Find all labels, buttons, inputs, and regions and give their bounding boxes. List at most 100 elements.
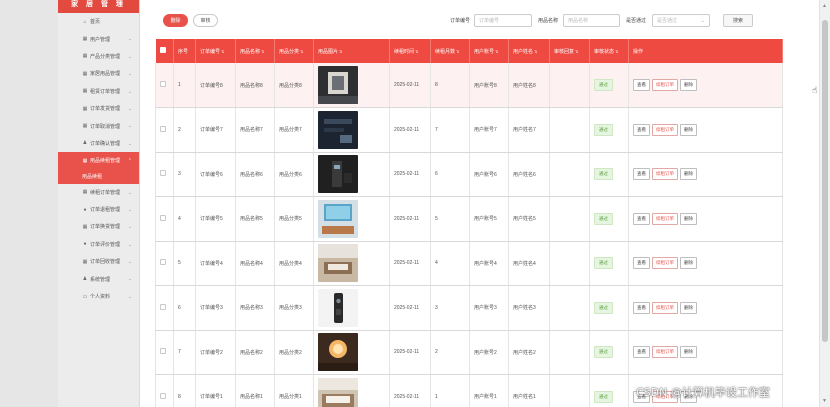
sidebar-item[interactable]: ● 订单退租管理 ⌄ (58, 201, 139, 218)
table-row[interactable]: 3 订单编号6 用品名称6 用品分类6 2025-02-11 6 用户账号6 用户姓名6 通过 查… (155, 152, 783, 197)
table-row[interactable]: 1 订单编号8 用品名称8 用品分类8 2025-02-11 8 用户账号8 用户姓名8 通过 查… (155, 63, 783, 108)
scrollbar-thumb[interactable] (822, 20, 828, 342)
sidebar-item[interactable]: ▦ 订单取消管理 ⌄ (58, 117, 139, 134)
select-all-cell[interactable] (155, 39, 174, 63)
sidebar-item[interactable]: ▭ 个人资料 ⌄ (58, 288, 139, 305)
renew-order-button[interactable]: 续租订单 (652, 123, 678, 136)
row-delete-button[interactable]: 删除 (680, 257, 697, 270)
sidebar-item[interactable]: ▦ 家居用品管理 ⌄ (58, 65, 139, 82)
row-select-cell[interactable] (155, 330, 174, 375)
user-icon: ♟ (82, 276, 88, 283)
product-thumbnail[interactable] (318, 288, 358, 327)
row-checkbox[interactable] (160, 214, 166, 221)
product-thumbnail[interactable] (318, 66, 358, 104)
view-button[interactable]: 查看 (633, 79, 650, 91)
review-button[interactable]: 审核 (193, 14, 218, 27)
delete-button[interactable]: 删除 (163, 14, 188, 27)
sidebar-item[interactable]: ♟ 订单确认管理 ⌄ (58, 135, 139, 152)
col-category[interactable]: 用品分类⇅ (274, 39, 314, 63)
chevron-down-icon: ⌄ (127, 88, 132, 95)
view-button[interactable]: 查看 (633, 257, 650, 270)
row-checkbox[interactable] (160, 303, 166, 310)
sidebar-item[interactable]: ▦ 订单回收管理 ⌄ (58, 253, 139, 270)
home-icon: ⌂ (83, 18, 87, 25)
renew-order-button[interactable]: 续租订单 (652, 301, 678, 314)
sidebar-item[interactable]: ▦ 订单发货管理 ⌄ (58, 100, 139, 117)
row-select-cell[interactable] (155, 241, 174, 286)
renew-order-button[interactable]: 续租订单 (652, 212, 678, 225)
cell-index: 4 (173, 196, 196, 242)
product-thumbnail[interactable] (318, 110, 358, 149)
view-button[interactable]: 查看 (633, 123, 650, 136)
sidebar-item[interactable]: ⌂ 首页 (58, 13, 139, 30)
view-button[interactable]: 查看 (633, 301, 650, 314)
col-order-no[interactable]: 订单编号⇅ (195, 39, 236, 63)
sidebar-item[interactable]: ● 订单评价管理 ⌄ (58, 236, 139, 253)
vertical-scrollbar[interactable]: ▲ ▼ (819, 0, 830, 407)
sidebar-item[interactable]: ♟ 系统管理 ⌄ (58, 270, 139, 287)
row-delete-button[interactable]: 删除 (680, 79, 697, 91)
col-account[interactable]: 用户账号⇅ (469, 39, 509, 63)
row-select-cell[interactable] (155, 152, 174, 197)
scroll-down-icon[interactable]: ▼ (822, 398, 827, 404)
select-all-checkbox[interactable] (159, 47, 166, 53)
view-button[interactable]: 查看 (633, 212, 650, 225)
col-review-reply[interactable]: 审核回复⇅ (549, 39, 590, 63)
search-button[interactable]: 搜索 (723, 14, 753, 27)
renew-order-button[interactable]: 续租订单 (652, 346, 678, 359)
col-review-status[interactable]: 审核状态⇅ (589, 39, 629, 63)
cell-product-name: 用品名称6 (235, 152, 275, 197)
table-row[interactable]: 7 订单编号2 用品名称2 用品分类2 2025-02-11 2 用户账号2 用户姓名2 通过 查… (155, 330, 783, 375)
table-row[interactable]: 2 订单编号7 用品名称7 用品分类7 2025-02-11 7 用户账号7 用户姓名7 通过 查… (155, 107, 783, 153)
col-image[interactable]: 用品图片⇅ (313, 39, 390, 63)
col-renew-date[interactable]: 续租时间⇅ (389, 39, 431, 63)
row-select-cell[interactable] (155, 107, 174, 153)
row-select-cell[interactable] (155, 374, 174, 407)
col-user-name[interactable]: 用户姓名⇅ (508, 39, 550, 63)
col-product-name[interactable]: 用品名称⇅ (235, 39, 275, 63)
order-no-input[interactable]: 订单编号 (474, 14, 532, 27)
product-thumbnail[interactable] (318, 377, 358, 407)
scroll-up-icon[interactable]: ▲ (822, 3, 827, 9)
row-checkbox[interactable] (160, 259, 166, 266)
renew-order-button[interactable]: 续租订单 (652, 168, 678, 181)
row-delete-button[interactable]: 删除 (680, 212, 697, 225)
approved-select[interactable]: 是否通过 ⌄ (652, 14, 710, 27)
sidebar-item[interactable]: ▦ 产品分类管理 ⌄ (58, 48, 139, 65)
row-checkbox[interactable] (160, 125, 166, 132)
row-delete-button[interactable]: 删除 (680, 346, 697, 359)
product-thumbnail[interactable] (318, 155, 358, 194)
row-checkbox[interactable] (160, 392, 166, 399)
renew-order-button[interactable]: 续租订单 (652, 257, 678, 270)
sidebar-subitem[interactable]: 用品续租 (58, 169, 139, 184)
row-select-cell[interactable] (155, 63, 174, 108)
cell-review-reply (549, 374, 590, 407)
product-name-input[interactable]: 用品名称 (563, 14, 620, 27)
sidebar-item[interactable]: ▦ 订单换货管理 ⌄ (58, 218, 139, 235)
list-icon: ▦ (82, 88, 88, 95)
product-thumbnail[interactable] (318, 333, 358, 372)
view-button[interactable]: 查看 (633, 168, 650, 181)
product-thumbnail[interactable] (318, 199, 358, 238)
row-select-cell[interactable] (155, 196, 174, 242)
row-delete-button[interactable]: 删除 (680, 168, 697, 181)
row-checkbox[interactable] (160, 348, 166, 355)
row-checkbox[interactable] (160, 81, 166, 87)
row-delete-button[interactable]: 删除 (680, 123, 697, 136)
row-delete-button[interactable]: 删除 (680, 301, 697, 314)
sidebar-item[interactable]: ▦ 用户管理 ⌄ (58, 30, 139, 47)
table-row[interactable]: 6 订单编号3 用品名称3 用品分类3 2025-02-11 3 用户账号3 用户姓名3 通过 查… (155, 285, 783, 331)
sidebar-item[interactable]: ▦ 续租订单管理 ⌄ (58, 184, 139, 201)
row-checkbox[interactable] (160, 170, 166, 177)
table-row[interactable]: 4 订单编号5 用品名称5 用品分类5 2025-02-11 5 用户账号5 用户姓名5 通过 查… (155, 196, 783, 242)
row-select-cell[interactable] (155, 285, 174, 331)
table-row[interactable]: 5 订单编号4 用品名称4 用品分类4 2025-02-11 4 用户账号4 用户姓名4 通过 查… (155, 241, 783, 286)
col-renew-months[interactable]: 续租月数⇅ (430, 39, 470, 63)
product-thumbnail[interactable] (318, 244, 358, 283)
cell-renew-months: 8 (430, 63, 470, 108)
order-no-placeholder: 订单编号 (479, 18, 500, 24)
sidebar-item[interactable]: ▦ 用品续租管理 ⌃ (58, 152, 139, 170)
renew-order-button[interactable]: 续租订单 (652, 79, 678, 91)
view-button[interactable]: 查看 (633, 346, 650, 359)
sidebar-item[interactable]: ▦ 租赁订单管理 ⌄ (58, 83, 139, 100)
